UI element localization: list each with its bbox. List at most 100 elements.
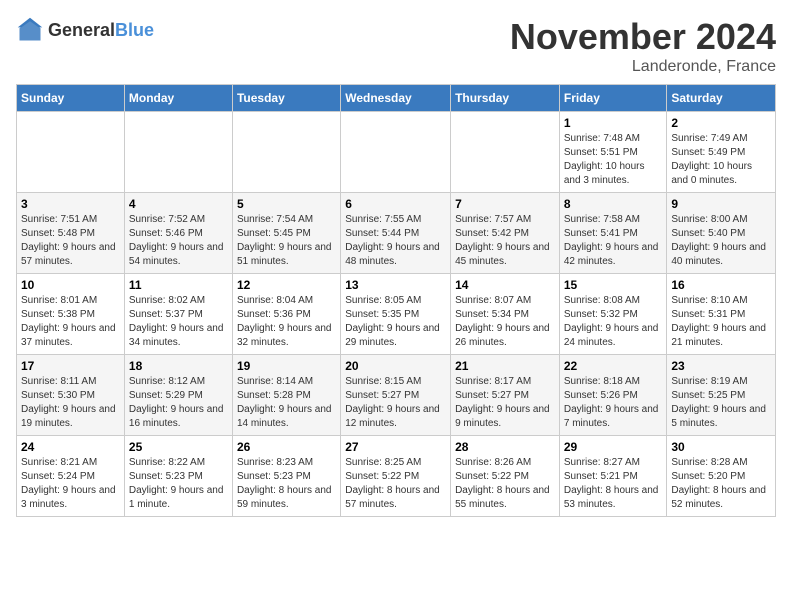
day-detail: Sunrise: 8:11 AM Sunset: 5:30 PM Dayligh… <box>21 375 120 431</box>
day-detail: Sunrise: 7:54 AM Sunset: 5:45 PM Dayligh… <box>237 213 336 269</box>
day-number: 6 <box>345 197 446 211</box>
calendar-cell: 7Sunrise: 7:57 AM Sunset: 5:42 PM Daylig… <box>451 193 560 274</box>
day-number: 20 <box>345 359 446 373</box>
day-detail: Sunrise: 8:21 AM Sunset: 5:24 PM Dayligh… <box>21 456 120 512</box>
day-number: 23 <box>671 359 771 373</box>
day-detail: Sunrise: 7:58 AM Sunset: 5:41 PM Dayligh… <box>564 213 663 269</box>
weekday-header-saturday: Saturday <box>667 85 776 112</box>
calendar-cell: 19 Sunrise: 8:14 AM Sunset: 5:28 PM Dayli… <box>232 355 340 436</box>
day-detail: Sunrise: 8:28 AM Sunset: 5:20 PM Dayligh… <box>671 456 771 512</box>
day-number: 8 <box>564 197 663 211</box>
calendar-cell: 2 Sunrise: 7:49 AM Sunset: 5:49 PM Daylig… <box>667 112 776 193</box>
location: Landeronde, France <box>510 58 776 76</box>
day-detail: Sunrise: 7:55 AM Sunset: 5:44 PM Dayligh… <box>345 213 446 269</box>
weekday-header-thursday: Thursday <box>451 85 560 112</box>
day-detail: Sunrise: 8:12 AM Sunset: 5:29 PM Dayligh… <box>129 375 228 431</box>
day-number: 10 <box>21 278 120 292</box>
day-detail: Sunrise: 7:51 AM Sunset: 5:48 PM Dayligh… <box>21 213 120 269</box>
calendar-week-4: 17 Sunrise: 8:11 AM Sunset: 5:30 PM Dayli… <box>17 355 776 436</box>
month-title: November 2024 <box>510 16 776 58</box>
day-detail: Sunrise: 8:27 AM Sunset: 5:21 PM Dayligh… <box>564 456 663 512</box>
day-number: 19 <box>237 359 336 373</box>
day-number: 21 <box>455 359 555 373</box>
day-number: 13 <box>345 278 446 292</box>
calendar-week-5: 24 Sunrise: 8:21 AM Sunset: 5:24 PM Dayli… <box>17 436 776 517</box>
day-number: 3 <box>21 197 120 211</box>
day-number: 7 <box>455 197 555 211</box>
calendar-table: SundayMondayTuesdayWednesdayThursdayFrid… <box>16 84 776 517</box>
day-detail: Sunrise: 8:01 AM Sunset: 5:38 PM Dayligh… <box>21 294 120 350</box>
day-number: 5 <box>237 197 336 211</box>
day-number: 27 <box>345 440 446 454</box>
calendar-cell: 30Sunrise: 8:28 AM Sunset: 5:20 PM Dayli… <box>667 436 776 517</box>
weekday-header-sunday: Sunday <box>17 85 125 112</box>
weekday-header-row: SundayMondayTuesdayWednesdayThursdayFrid… <box>17 85 776 112</box>
calendar-cell: 25 Sunrise: 8:22 AM Sunset: 5:23 PM Dayli… <box>124 436 232 517</box>
calendar-cell: 23 Sunrise: 8:19 AM Sunset: 5:25 PM Dayli… <box>667 355 776 436</box>
day-number: 24 <box>21 440 120 454</box>
calendar-week-1: 1 Sunrise: 7:48 AM Sunset: 5:51 PM Daylig… <box>17 112 776 193</box>
calendar-cell: 14Sunrise: 8:07 AM Sunset: 5:34 PM Dayli… <box>451 274 560 355</box>
calendar-cell: 17 Sunrise: 8:11 AM Sunset: 5:30 PM Dayli… <box>17 355 125 436</box>
day-number: 22 <box>564 359 663 373</box>
logo-text: GeneralBlue <box>48 20 154 41</box>
calendar-cell: 1 Sunrise: 7:48 AM Sunset: 5:51 PM Daylig… <box>559 112 667 193</box>
day-number: 18 <box>129 359 228 373</box>
calendar-cell: 8 Sunrise: 7:58 AM Sunset: 5:41 PM Daylig… <box>559 193 667 274</box>
calendar-cell: 26Sunrise: 8:23 AM Sunset: 5:23 PM Dayli… <box>232 436 340 517</box>
calendar-cell <box>451 112 560 193</box>
weekday-header-friday: Friday <box>559 85 667 112</box>
logo-general: General <box>48 20 115 40</box>
calendar-cell: 12Sunrise: 8:04 AM Sunset: 5:36 PM Dayli… <box>232 274 340 355</box>
weekday-header-monday: Monday <box>124 85 232 112</box>
day-number: 16 <box>671 278 771 292</box>
weekday-header-tuesday: Tuesday <box>232 85 340 112</box>
calendar-cell: 9Sunrise: 8:00 AM Sunset: 5:40 PM Daylig… <box>667 193 776 274</box>
calendar-cell: 11Sunrise: 8:02 AM Sunset: 5:37 PM Dayli… <box>124 274 232 355</box>
day-detail: Sunrise: 8:00 AM Sunset: 5:40 PM Dayligh… <box>671 213 771 269</box>
day-number: 29 <box>564 440 663 454</box>
calendar-cell: 28Sunrise: 8:26 AM Sunset: 5:22 PM Dayli… <box>451 436 560 517</box>
day-number: 2 <box>671 116 771 130</box>
title-block: November 2024 Landeronde, France <box>510 16 776 76</box>
calendar-cell: 3 Sunrise: 7:51 AM Sunset: 5:48 PM Daylig… <box>17 193 125 274</box>
weekday-header-wednesday: Wednesday <box>341 85 451 112</box>
calendar-cell <box>341 112 451 193</box>
calendar-week-3: 10 Sunrise: 8:01 AM Sunset: 5:38 PM Dayli… <box>17 274 776 355</box>
day-detail: Sunrise: 8:15 AM Sunset: 5:27 PM Dayligh… <box>345 375 446 431</box>
day-number: 1 <box>564 116 663 130</box>
day-detail: Sunrise: 7:48 AM Sunset: 5:51 PM Dayligh… <box>564 132 663 188</box>
day-detail: Sunrise: 8:19 AM Sunset: 5:25 PM Dayligh… <box>671 375 771 431</box>
calendar-week-2: 3 Sunrise: 7:51 AM Sunset: 5:48 PM Daylig… <box>17 193 776 274</box>
day-detail: Sunrise: 8:22 AM Sunset: 5:23 PM Dayligh… <box>129 456 228 512</box>
calendar-cell: 29 Sunrise: 8:27 AM Sunset: 5:21 PM Dayli… <box>559 436 667 517</box>
day-number: 17 <box>21 359 120 373</box>
calendar-cell: 18 Sunrise: 8:12 AM Sunset: 5:29 PM Dayli… <box>124 355 232 436</box>
day-detail: Sunrise: 8:14 AM Sunset: 5:28 PM Dayligh… <box>237 375 336 431</box>
day-detail: Sunrise: 8:08 AM Sunset: 5:32 PM Dayligh… <box>564 294 663 350</box>
day-detail: Sunrise: 7:49 AM Sunset: 5:49 PM Dayligh… <box>671 132 771 188</box>
day-detail: Sunrise: 8:26 AM Sunset: 5:22 PM Dayligh… <box>455 456 555 512</box>
calendar-cell <box>124 112 232 193</box>
calendar-cell: 4Sunrise: 7:52 AM Sunset: 5:46 PM Daylig… <box>124 193 232 274</box>
page-header: GeneralBlue November 2024 Landeronde, Fr… <box>16 16 776 76</box>
logo-blue: Blue <box>115 20 154 40</box>
day-detail: Sunrise: 8:05 AM Sunset: 5:35 PM Dayligh… <box>345 294 446 350</box>
day-number: 4 <box>129 197 228 211</box>
day-number: 26 <box>237 440 336 454</box>
calendar-cell: 10 Sunrise: 8:01 AM Sunset: 5:38 PM Dayli… <box>17 274 125 355</box>
calendar-cell: 21Sunrise: 8:17 AM Sunset: 5:27 PM Dayli… <box>451 355 560 436</box>
day-detail: Sunrise: 8:10 AM Sunset: 5:31 PM Dayligh… <box>671 294 771 350</box>
calendar-cell: 27 Sunrise: 8:25 AM Sunset: 5:22 PM Dayli… <box>341 436 451 517</box>
day-number: 25 <box>129 440 228 454</box>
calendar-cell: 16 Sunrise: 8:10 AM Sunset: 5:31 PM Dayli… <box>667 274 776 355</box>
calendar-cell: 15 Sunrise: 8:08 AM Sunset: 5:32 PM Dayli… <box>559 274 667 355</box>
day-number: 15 <box>564 278 663 292</box>
calendar-cell: 6 Sunrise: 7:55 AM Sunset: 5:44 PM Daylig… <box>341 193 451 274</box>
day-detail: Sunrise: 8:07 AM Sunset: 5:34 PM Dayligh… <box>455 294 555 350</box>
day-detail: Sunrise: 8:25 AM Sunset: 5:22 PM Dayligh… <box>345 456 446 512</box>
day-number: 11 <box>129 278 228 292</box>
day-detail: Sunrise: 8:18 AM Sunset: 5:26 PM Dayligh… <box>564 375 663 431</box>
calendar-cell: 24 Sunrise: 8:21 AM Sunset: 5:24 PM Dayli… <box>17 436 125 517</box>
calendar-cell <box>17 112 125 193</box>
